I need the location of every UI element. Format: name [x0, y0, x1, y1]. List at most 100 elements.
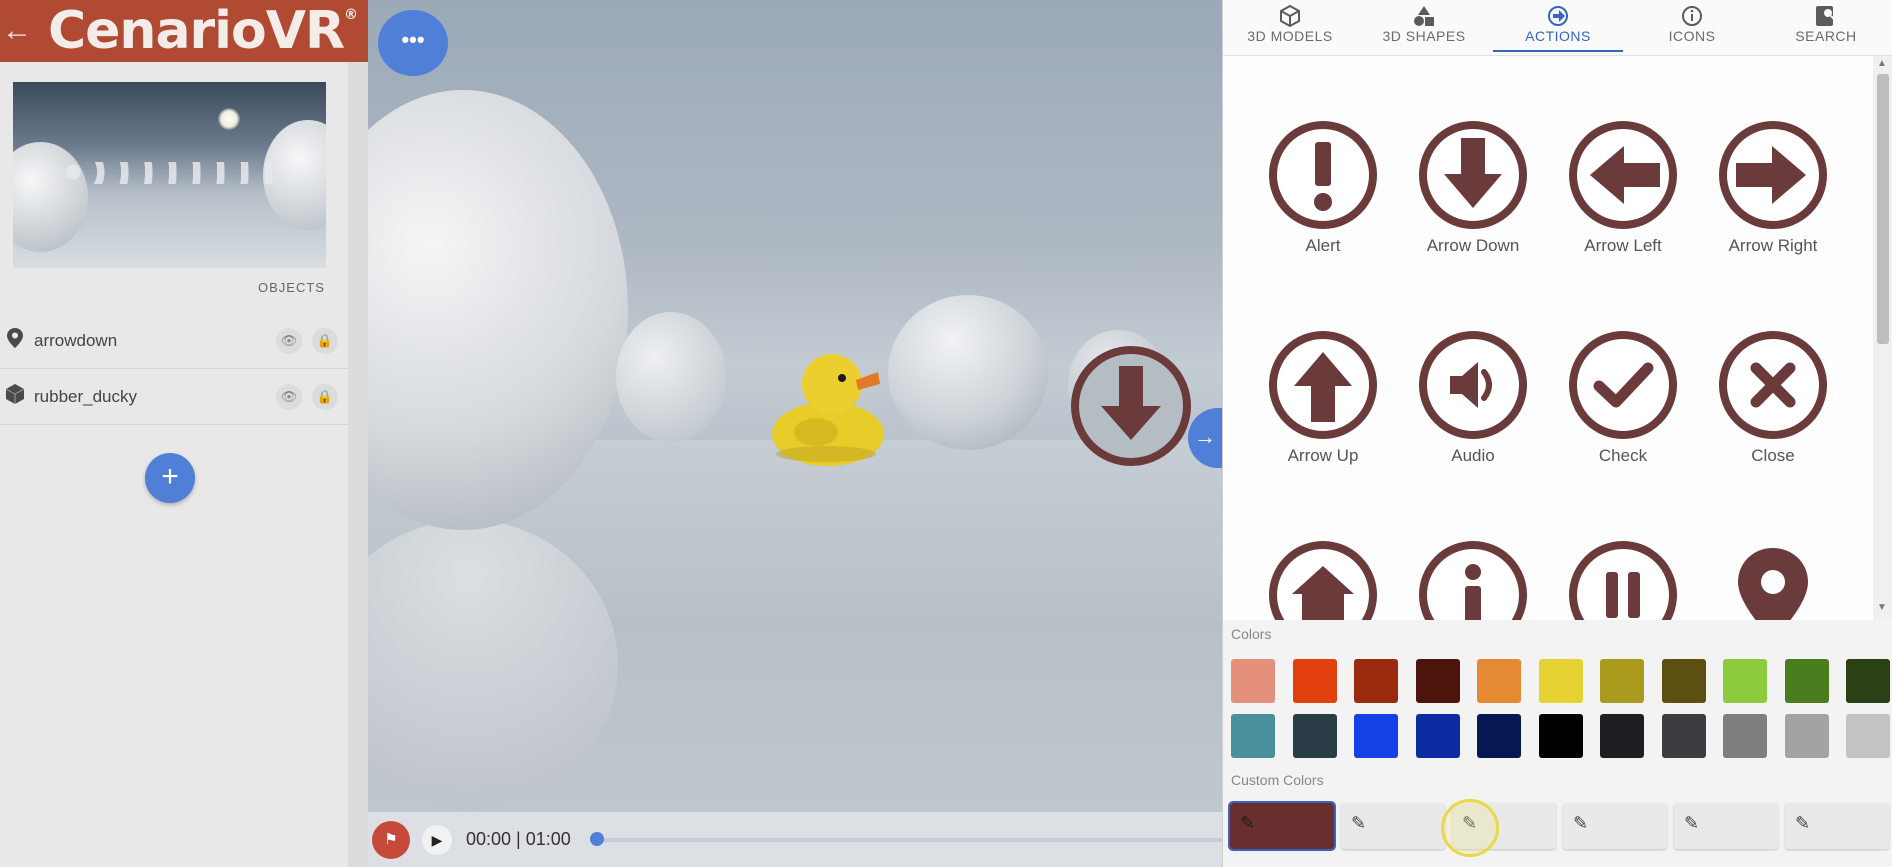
color-swatch[interactable] — [1354, 714, 1398, 758]
tab-icons[interactable]: ICONS — [1625, 0, 1759, 56]
visibility-toggle[interactable]: 👁 — [276, 327, 302, 354]
color-swatch[interactable] — [1354, 659, 1398, 703]
arrow-right-icon: → — [1194, 424, 1216, 449]
shapes-icon — [1357, 2, 1491, 28]
action-info[interactable] — [1398, 540, 1548, 620]
arrow-left-icon: ← — [2, 14, 32, 47]
scene-menu-button[interactable]: ••• — [378, 10, 448, 76]
objects-section-label: OBJECTS — [258, 280, 325, 295]
tab-search[interactable]: SEARCH — [1759, 0, 1892, 56]
scrollbar-thumb[interactable] — [1877, 74, 1889, 344]
color-swatch[interactable] — [1477, 659, 1521, 703]
scrubber-handle[interactable] — [589, 831, 604, 846]
pencil-icon: ✎ — [1573, 813, 1589, 833]
icon-grid-scrollbar[interactable]: ▲ ▼ — [1873, 56, 1892, 620]
lock-icon: 🔒 — [316, 388, 334, 404]
custom-color-slot[interactable]: ✎ — [1341, 803, 1445, 849]
custom-colors-title: Custom Colors — [1231, 772, 1324, 788]
action-arrow-up[interactable]: Arrow Up — [1248, 330, 1398, 530]
color-swatch[interactable] — [1477, 714, 1521, 758]
custom-color-slot[interactable]: ✎ — [1674, 803, 1778, 849]
action-pause[interactable] — [1548, 540, 1698, 620]
color-swatch[interactable] — [1723, 659, 1767, 703]
action-check[interactable]: Check — [1548, 330, 1698, 530]
record-button[interactable]: ⚑ — [372, 820, 410, 859]
object-name: rubber_ducky — [34, 386, 138, 406]
custom-color-slot[interactable]: ✎ — [1452, 803, 1556, 849]
color-swatch[interactable] — [1231, 659, 1275, 703]
action-arrow-left[interactable]: Arrow Left — [1548, 120, 1698, 320]
color-swatch[interactable] — [1231, 714, 1275, 758]
panel-tabs: 3D MODELS 3D SHAPES ACTIONS ICONS SEARCH — [1223, 0, 1892, 56]
color-swatch[interactable] — [1415, 714, 1460, 758]
home-icon — [1269, 541, 1377, 620]
color-swatch[interactable] — [1846, 659, 1890, 703]
location-pin-icon — [1738, 548, 1808, 620]
color-swatch[interactable] — [1784, 714, 1829, 758]
pencil-icon: ✎ — [1240, 813, 1256, 833]
pencil-icon: ✎ — [1462, 813, 1478, 833]
arrow-right-icon — [1719, 121, 1827, 229]
action-arrow-down[interactable]: Arrow Down — [1398, 120, 1548, 320]
cube-icon — [0, 384, 30, 409]
check-icon — [1569, 331, 1677, 439]
timeline-scrubber[interactable] — [589, 831, 1222, 846]
custom-color-slot[interactable]: ✎ — [1563, 803, 1667, 849]
pencil-icon: ✎ — [1795, 813, 1811, 833]
color-swatch[interactable] — [1784, 659, 1829, 703]
color-swatch[interactable] — [1538, 659, 1583, 703]
rubber-ducky-model[interactable] — [766, 342, 896, 467]
back-button[interactable]: ← — [0, 0, 34, 62]
color-swatch[interactable] — [1661, 659, 1706, 703]
alert-icon — [1269, 121, 1377, 229]
color-swatch[interactable] — [1846, 714, 1890, 758]
close-icon — [1719, 331, 1827, 439]
object-name: arrowdown — [34, 330, 118, 350]
object-row-arrowdown[interactable]: arrowdown 👁 🔒 — [0, 313, 348, 369]
timeline-bar: ⚑ ▶ 00:00 | 01:00 — [368, 812, 1222, 867]
visibility-toggle[interactable]: 👁 — [276, 383, 302, 410]
sidebar-scrollbar[interactable] — [348, 62, 368, 867]
lock-icon: 🔒 — [316, 332, 334, 348]
color-swatch[interactable] — [1661, 714, 1706, 758]
action-location[interactable] — [1698, 540, 1848, 620]
play-button[interactable]: ▶ — [422, 824, 452, 855]
custom-color-slot[interactable]: ✎ — [1785, 803, 1889, 849]
lock-toggle[interactable]: 🔒 — [312, 327, 338, 354]
flag-icon: ⚑ — [384, 830, 398, 848]
placed-arrow-down-object[interactable] — [1069, 344, 1193, 468]
color-swatch[interactable] — [1415, 659, 1460, 703]
arrow-down-icon — [1419, 121, 1527, 229]
object-row-rubber-ducky[interactable]: rubber_ducky 👁 🔒 — [0, 369, 348, 425]
color-swatch[interactable] — [1723, 714, 1767, 758]
tab-3d-models[interactable]: 3D MODELS — [1223, 0, 1357, 56]
action-audio[interactable]: Audio — [1398, 330, 1548, 530]
color-swatch[interactable] — [1292, 659, 1337, 703]
action-home[interactable] — [1248, 540, 1398, 620]
info-icon — [1625, 2, 1759, 28]
action-arrow-icon — [1491, 2, 1625, 28]
action-arrow-right[interactable]: Arrow Right — [1698, 120, 1848, 320]
custom-color-slot[interactable]: ✎ — [1228, 801, 1336, 851]
time-readout: 00:00 | 01:00 — [466, 829, 571, 849]
lock-toggle[interactable]: 🔒 — [312, 383, 338, 410]
scroll-down-icon[interactable]: ▼ — [1877, 602, 1887, 613]
add-object-button[interactable]: + — [145, 453, 195, 503]
scene-thumbnail[interactable] — [13, 82, 326, 268]
color-swatch[interactable] — [1538, 714, 1583, 758]
color-swatch[interactable] — [1292, 714, 1337, 758]
color-swatch[interactable] — [1600, 659, 1644, 703]
action-close[interactable]: Close — [1698, 330, 1848, 530]
eye-icon: 👁 — [280, 388, 298, 404]
tab-3d-shapes[interactable]: 3D SHAPES — [1357, 0, 1491, 56]
color-swatch[interactable] — [1600, 714, 1644, 758]
audio-icon — [1419, 331, 1527, 439]
info-icon — [1419, 541, 1527, 620]
action-alert[interactable]: Alert — [1248, 120, 1398, 320]
action-icon-grid: Alert Arrow Down Arrow Left Arrow Right — [1223, 56, 1873, 620]
scroll-up-icon[interactable]: ▲ — [1877, 58, 1887, 69]
search-icon — [1759, 2, 1892, 28]
pencil-icon: ✎ — [1684, 813, 1700, 833]
tab-actions[interactable]: ACTIONS — [1491, 0, 1625, 56]
colors-section-title: Colors — [1231, 626, 1272, 642]
